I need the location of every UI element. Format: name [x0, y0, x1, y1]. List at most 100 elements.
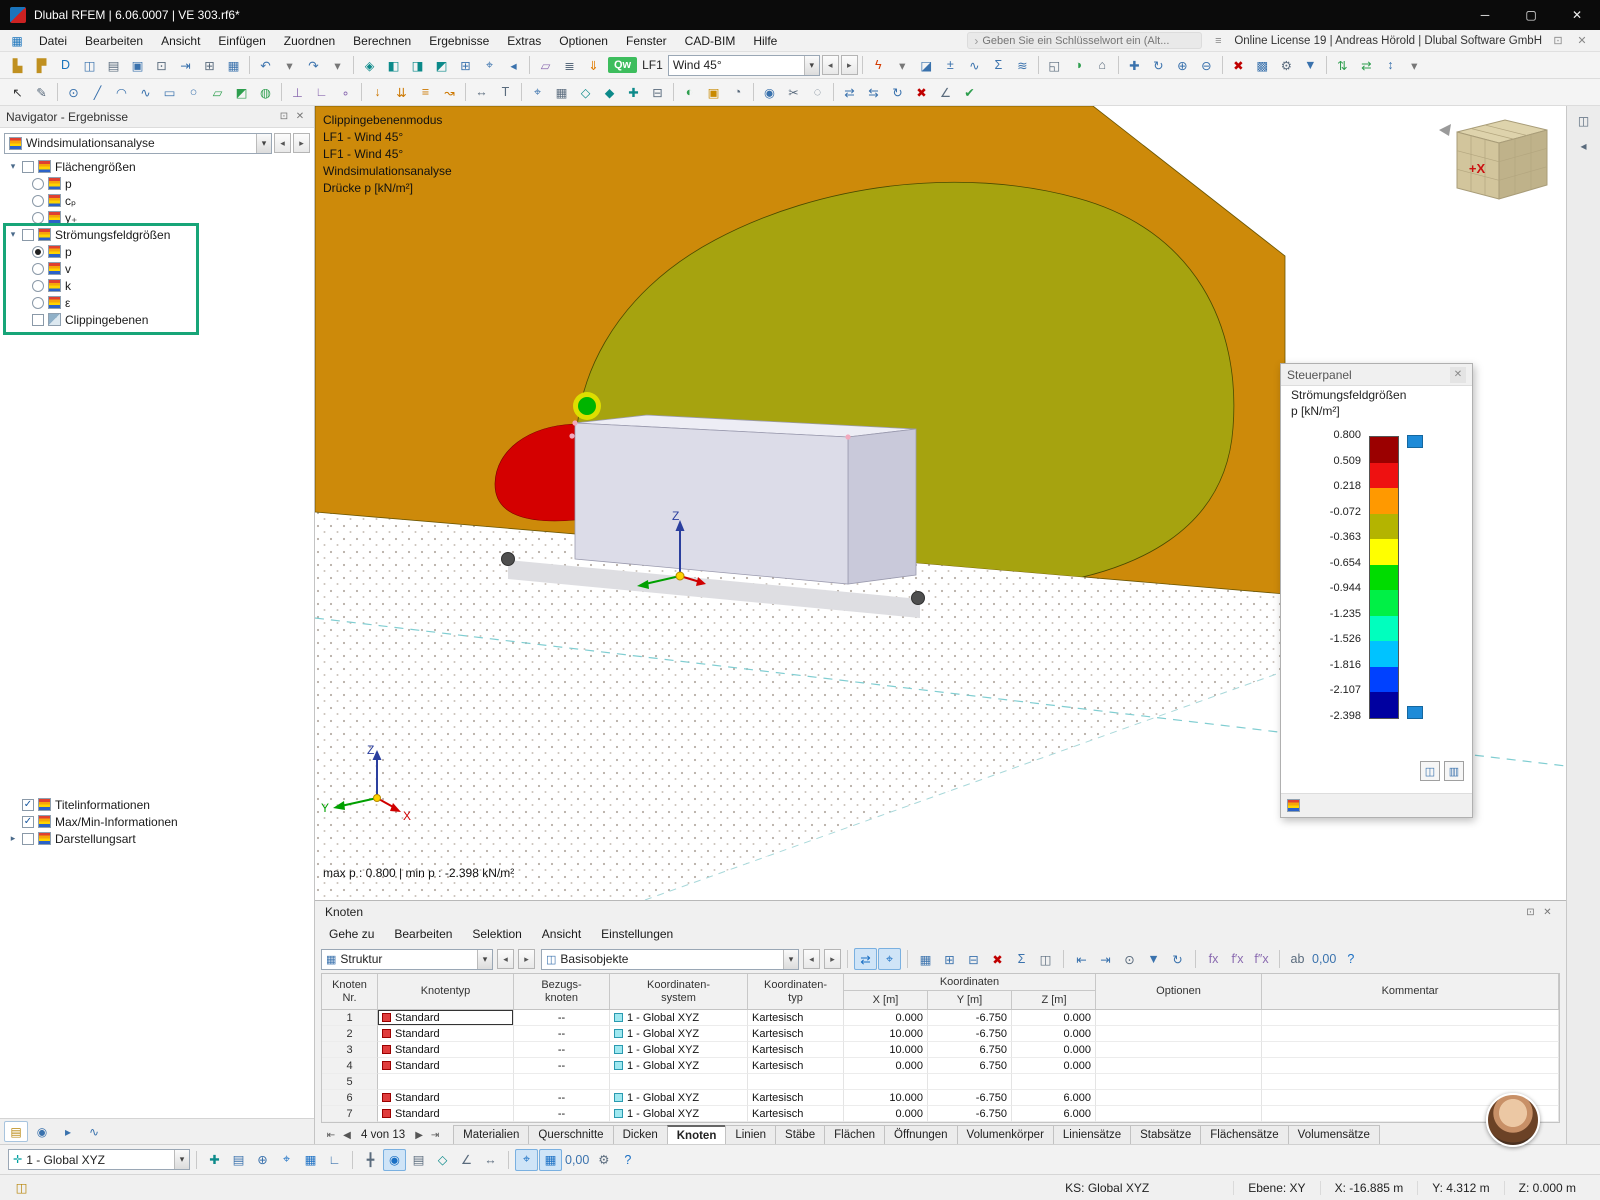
- new-opening-icon[interactable]: ◍: [254, 81, 277, 103]
- cell-bezugsknoten[interactable]: --: [514, 1010, 610, 1026]
- radio-button[interactable]: [32, 211, 44, 224]
- function-fx-icon[interactable]: fx: [1202, 948, 1225, 970]
- result-scale-icon[interactable]: [1287, 799, 1300, 812]
- table-tab[interactable]: Dicken: [612, 1125, 668, 1145]
- full-screen-icon[interactable]: ⌂: [1091, 54, 1114, 76]
- tree-item[interactable]: p: [0, 243, 314, 260]
- data-panel-tab[interactable]: ▤: [4, 1121, 28, 1142]
- cell-kommentar[interactable]: [1262, 1026, 1559, 1042]
- wind-load-badge[interactable]: Qw: [608, 57, 638, 73]
- chevron-down-icon[interactable]: ▾: [174, 1150, 189, 1169]
- work-plane-xz-icon[interactable]: ◆: [598, 81, 621, 103]
- nodal-support-icon[interactable]: ⊥: [286, 81, 309, 103]
- cell-optionen[interactable]: [1096, 1042, 1262, 1058]
- redo-icon[interactable]: ↷: [302, 54, 325, 76]
- row-number[interactable]: 4: [322, 1058, 378, 1074]
- radio-button[interactable]: [32, 194, 44, 207]
- visibility-icon[interactable]: ◉: [758, 81, 781, 103]
- mirror-objects-icon[interactable]: ⇄: [838, 81, 861, 103]
- open-model-icon[interactable]: ▛: [30, 54, 53, 76]
- result-panel-icon[interactable]: ◪: [915, 54, 938, 76]
- function-second-derivative-icon[interactable]: f″x: [1250, 948, 1273, 970]
- new-rectangle-icon[interactable]: ▭: [158, 81, 181, 103]
- isolate-objects-icon[interactable]: ◌: [806, 81, 829, 103]
- rotate-view-icon[interactable]: ↻: [1147, 54, 1170, 76]
- row-number[interactable]: 1: [322, 1010, 378, 1026]
- menu-item[interactable]: CAD-BIM: [676, 30, 745, 52]
- menu-item[interactable]: Bearbeiten: [76, 30, 152, 52]
- next-group-button[interactable]: ▸: [824, 949, 841, 969]
- cell-bezugsknoten[interactable]: --: [514, 1106, 610, 1122]
- menu-item[interactable]: Extras: [498, 30, 550, 52]
- edit-objects-icon[interactable]: ✎: [30, 81, 53, 103]
- new-node-icon[interactable]: ⊙: [62, 81, 85, 103]
- previous-loadcase-button[interactable]: ◂: [821, 55, 839, 75]
- cell-kommentar[interactable]: [1262, 1058, 1559, 1074]
- tree-item-clippingebenen[interactable]: Clippingebenen: [0, 311, 314, 328]
- cell-x[interactable]: [844, 1074, 928, 1090]
- decimal-places-icon[interactable]: 0,00: [1310, 948, 1338, 970]
- minimize-button[interactable]: ─: [1462, 0, 1508, 30]
- delete-row-icon[interactable]: ⊟: [962, 948, 985, 970]
- isometric-view-icon[interactable]: ◈: [358, 54, 381, 76]
- project-manager-icon[interactable]: ◫: [78, 54, 101, 76]
- cell-z[interactable]: [1012, 1074, 1096, 1090]
- menu-item[interactable]: Optionen: [550, 30, 617, 52]
- tree-item[interactable]: p: [0, 175, 314, 192]
- cell-koordinatentyp[interactable]: [748, 1074, 844, 1090]
- maximize-button[interactable]: ▢: [1508, 0, 1554, 30]
- menu-item[interactable]: Datei: [30, 30, 76, 52]
- display-properties-icon[interactable]: ≣: [558, 54, 581, 76]
- cell-koordinatensystem[interactable]: 1 - Global XYZ: [610, 1026, 748, 1042]
- result-diagram-icon[interactable]: ∿: [963, 54, 986, 76]
- menu-item[interactable]: Ansicht: [152, 30, 209, 52]
- column-header-nr[interactable]: Knoten Nr.: [322, 974, 378, 1009]
- printout-report-icon[interactable]: ▤: [102, 54, 125, 76]
- row-number[interactable]: 5: [322, 1074, 378, 1090]
- new-ucs-icon[interactable]: ✚: [203, 1149, 226, 1171]
- close-button[interactable]: ✕: [1554, 0, 1600, 30]
- delete-results-icon[interactable]: ✖: [1227, 54, 1250, 76]
- panel-scale-option-button[interactable]: ▥: [1444, 761, 1464, 781]
- object-snap-icon[interactable]: ◉: [383, 1148, 406, 1171]
- table-tab[interactable]: Volumenkörper: [956, 1125, 1054, 1145]
- cell-z[interactable]: 6.000: [1012, 1090, 1096, 1106]
- analysis-type-combobox[interactable]: Windsimulationsanalyse ▾: [4, 132, 272, 154]
- node-marker[interactable]: [501, 552, 515, 566]
- building-corner-node[interactable]: [569, 433, 575, 439]
- node-marker[interactable]: [911, 591, 925, 605]
- load-case-combobox[interactable]: Wind 45° ▾: [667, 54, 820, 76]
- table-tab[interactable]: Stabsätze: [1130, 1125, 1202, 1145]
- cell-kommentar[interactable]: [1262, 1010, 1559, 1026]
- cell-optionen[interactable]: [1096, 1106, 1262, 1122]
- close-icon[interactable]: ✕: [1450, 366, 1466, 383]
- cell-optionen[interactable]: [1096, 1026, 1262, 1042]
- cell-z[interactable]: 0.000: [1012, 1010, 1096, 1026]
- origin-icon[interactable]: ⊕: [251, 1149, 274, 1171]
- panel-pin-icon[interactable]: ◫: [1572, 110, 1596, 131]
- cell-koordinatentyp[interactable]: Kartesisch: [748, 1026, 844, 1042]
- cell-y[interactable]: -6.750: [928, 1026, 1012, 1042]
- nodal-load-icon[interactable]: ↓: [366, 81, 389, 103]
- radio-button[interactable]: [32, 245, 44, 258]
- filter-results-icon[interactable]: ▼: [1299, 54, 1322, 76]
- undo-icon[interactable]: ↶: [254, 54, 277, 76]
- table-menu-item[interactable]: Ansicht: [532, 927, 591, 941]
- table-menu-item[interactable]: Einstellungen: [591, 927, 683, 941]
- column-header-optionen[interactable]: Optionen: [1096, 974, 1262, 1009]
- cell-x[interactable]: 10.000: [844, 1042, 928, 1058]
- calculation-icon[interactable]: ⚙: [1275, 54, 1298, 76]
- cell-koordinatensystem[interactable]: 1 - Global XYZ: [610, 1058, 748, 1074]
- cell-optionen[interactable]: [1096, 1058, 1262, 1074]
- dlubal-center-icon[interactable]: D: [54, 54, 77, 76]
- column-header-kommentar[interactable]: Kommentar: [1262, 974, 1559, 1009]
- tree-group-flaechengroessen[interactable]: ▾ Flächengrößen: [0, 158, 314, 175]
- results-menu-icon[interactable]: ▾: [891, 54, 914, 76]
- table-tab[interactable]: Volumensätze: [1287, 1125, 1380, 1145]
- chevron-down-icon[interactable]: ▾: [477, 949, 492, 969]
- building-corner-node[interactable]: [845, 434, 851, 440]
- checkbox[interactable]: [22, 228, 34, 241]
- building-side-face[interactable]: [847, 428, 917, 585]
- coordinate-system-combobox[interactable]: ✛ 1 - Global XYZ ▾: [8, 1149, 190, 1170]
- pan-view-icon[interactable]: ✚: [1123, 54, 1146, 76]
